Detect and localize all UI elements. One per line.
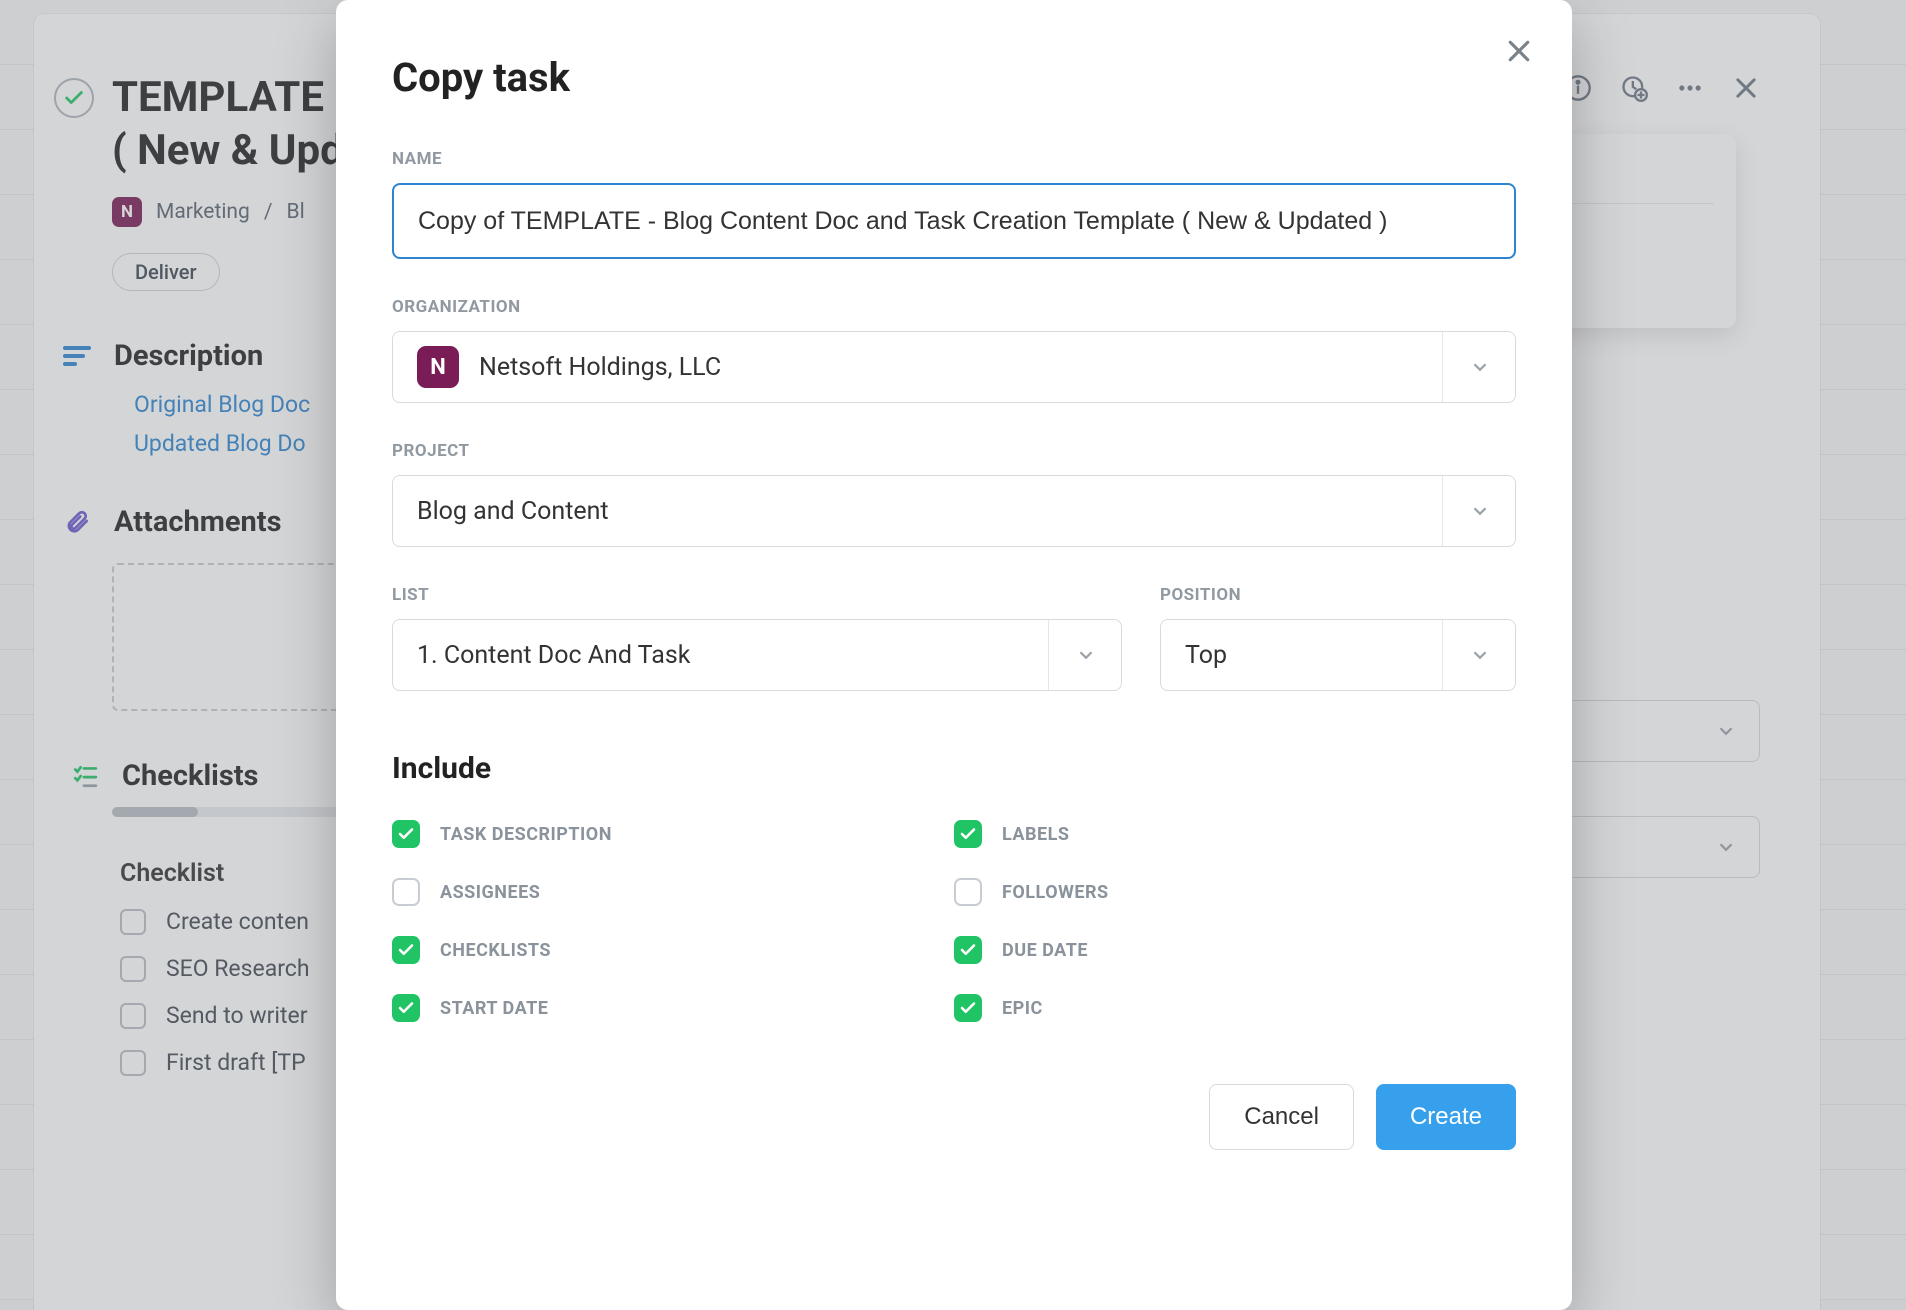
checkbox-icon[interactable] (954, 994, 982, 1022)
checkbox-icon[interactable] (954, 936, 982, 964)
include-option-assignees[interactable]: ASSIGNEES (392, 878, 954, 906)
checkbox-icon[interactable] (954, 820, 982, 848)
include-option-label: DUE DATE (1002, 940, 1088, 961)
organization-select[interactable]: N Netsoft Holdings, LLC (392, 331, 1516, 403)
include-option-label: START DATE (440, 998, 548, 1019)
position-value: Top (1185, 641, 1227, 670)
chevron-down-icon (1442, 476, 1491, 546)
list-label: LIST (392, 585, 1122, 605)
include-option-label: EPIC (1002, 998, 1043, 1019)
list-value: 1. Content Doc And Task (417, 641, 690, 670)
organization-value: Netsoft Holdings, LLC (479, 353, 721, 382)
include-options: TASK DESCRIPTION LABELS ASSIGNEES FOLLOWERS… (392, 820, 1516, 1022)
list-select[interactable]: 1. Content Doc And Task (392, 619, 1122, 691)
include-option-epic[interactable]: EPIC (954, 994, 1516, 1022)
chevron-down-icon (1048, 620, 1097, 690)
project-select[interactable]: Blog and Content (392, 475, 1516, 547)
include-option-label: TASK DESCRIPTION (440, 824, 612, 845)
checkbox-icon[interactable] (954, 878, 982, 906)
include-option-label: FOLLOWERS (1002, 882, 1109, 903)
name-label: NAME (392, 149, 1516, 169)
chevron-down-icon (1442, 620, 1491, 690)
position-label: POSITION (1160, 585, 1516, 605)
cancel-button[interactable]: Cancel (1209, 1084, 1354, 1150)
include-option-due_date[interactable]: DUE DATE (954, 936, 1516, 964)
copy-task-modal: Copy task NAME ORGANIZATION N Netsoft Ho… (336, 0, 1572, 1310)
chevron-down-icon (1442, 332, 1491, 402)
include-option-labels[interactable]: LABELS (954, 820, 1516, 848)
include-option-label: LABELS (1002, 824, 1069, 845)
checkbox-icon[interactable] (392, 994, 420, 1022)
include-option-start_date[interactable]: START DATE (392, 994, 954, 1022)
checkbox-icon[interactable] (392, 878, 420, 906)
organization-label: ORGANIZATION (392, 297, 1516, 317)
include-option-label: CHECKLISTS (440, 940, 551, 961)
name-input[interactable] (392, 183, 1516, 259)
checkbox-icon[interactable] (392, 820, 420, 848)
modal-close-icon[interactable] (1504, 36, 1534, 66)
include-option-task_description[interactable]: TASK DESCRIPTION (392, 820, 954, 848)
project-value: Blog and Content (417, 497, 609, 526)
include-option-checklists[interactable]: CHECKLISTS (392, 936, 954, 964)
include-option-followers[interactable]: FOLLOWERS (954, 878, 1516, 906)
modal-title: Copy task (392, 54, 1516, 101)
include-title: Include (392, 751, 1516, 786)
checkbox-icon[interactable] (392, 936, 420, 964)
org-badge-icon: N (417, 346, 459, 388)
position-select[interactable]: Top (1160, 619, 1516, 691)
create-button[interactable]: Create (1376, 1084, 1516, 1150)
project-label: PROJECT (392, 441, 1516, 461)
include-option-label: ASSIGNEES (440, 882, 540, 903)
